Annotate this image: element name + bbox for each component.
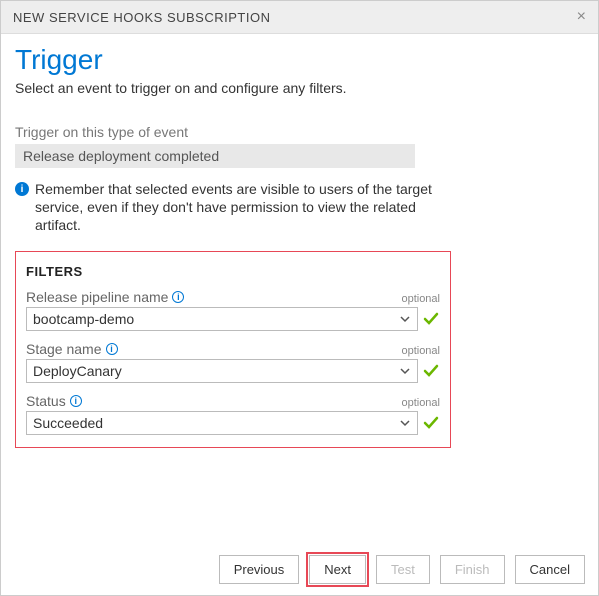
status-label: Status i — [26, 393, 82, 409]
stage-name-value: DeployCanary — [33, 363, 122, 379]
status-value: Succeeded — [33, 415, 103, 431]
filter-release-pipeline: Release pipeline name i optional bootcam… — [26, 289, 440, 331]
cancel-button[interactable]: Cancel — [515, 555, 585, 584]
release-pipeline-select[interactable]: bootcamp-demo — [26, 307, 418, 331]
stage-name-label: Stage name i — [26, 341, 118, 357]
optional-label: optional — [401, 345, 440, 357]
trigger-type-select[interactable]: Release deployment completed — [15, 144, 415, 168]
filters-section: FILTERS Release pipeline name i optional… — [15, 251, 451, 448]
optional-label: optional — [401, 293, 440, 305]
optional-label: optional — [401, 397, 440, 409]
info-icon[interactable]: i — [70, 395, 82, 407]
previous-button[interactable]: Previous — [219, 555, 300, 584]
dialog-title: NEW SERVICE HOOKS SUBSCRIPTION — [13, 10, 270, 25]
finish-button: Finish — [440, 555, 505, 584]
stage-name-select[interactable]: DeployCanary — [26, 359, 418, 383]
dialog-header: NEW SERVICE HOOKS SUBSCRIPTION × — [1, 1, 598, 34]
trigger-type-label: Trigger on this type of event — [15, 124, 584, 140]
chevron-down-icon — [399, 365, 411, 377]
info-icon: i — [15, 182, 29, 196]
visibility-note-text: Remember that selected events are visibl… — [35, 180, 455, 235]
page-subtitle: Select an event to trigger on and config… — [15, 80, 584, 96]
trigger-type-value: Release deployment completed — [23, 148, 219, 164]
check-icon — [422, 310, 440, 328]
visibility-note: i Remember that selected events are visi… — [15, 180, 455, 235]
chevron-down-icon — [399, 417, 411, 429]
next-button[interactable]: Next — [309, 555, 366, 584]
release-pipeline-label: Release pipeline name i — [26, 289, 184, 305]
dialog-footer: Previous Next Test Finish Cancel — [219, 555, 585, 584]
check-icon — [422, 414, 440, 432]
check-icon — [422, 362, 440, 380]
page-title: Trigger — [15, 44, 584, 76]
chevron-down-icon — [399, 313, 411, 325]
filter-stage-name: Stage name i optional DeployCanary — [26, 341, 440, 383]
dialog-content: Trigger Select an event to trigger on an… — [1, 34, 598, 448]
info-icon[interactable]: i — [106, 343, 118, 355]
filters-title: FILTERS — [26, 264, 440, 279]
release-pipeline-value: bootcamp-demo — [33, 311, 134, 327]
test-button: Test — [376, 555, 430, 584]
close-icon[interactable]: × — [577, 9, 586, 25]
info-icon[interactable]: i — [172, 291, 184, 303]
status-select[interactable]: Succeeded — [26, 411, 418, 435]
filter-status: Status i optional Succeeded — [26, 393, 440, 435]
